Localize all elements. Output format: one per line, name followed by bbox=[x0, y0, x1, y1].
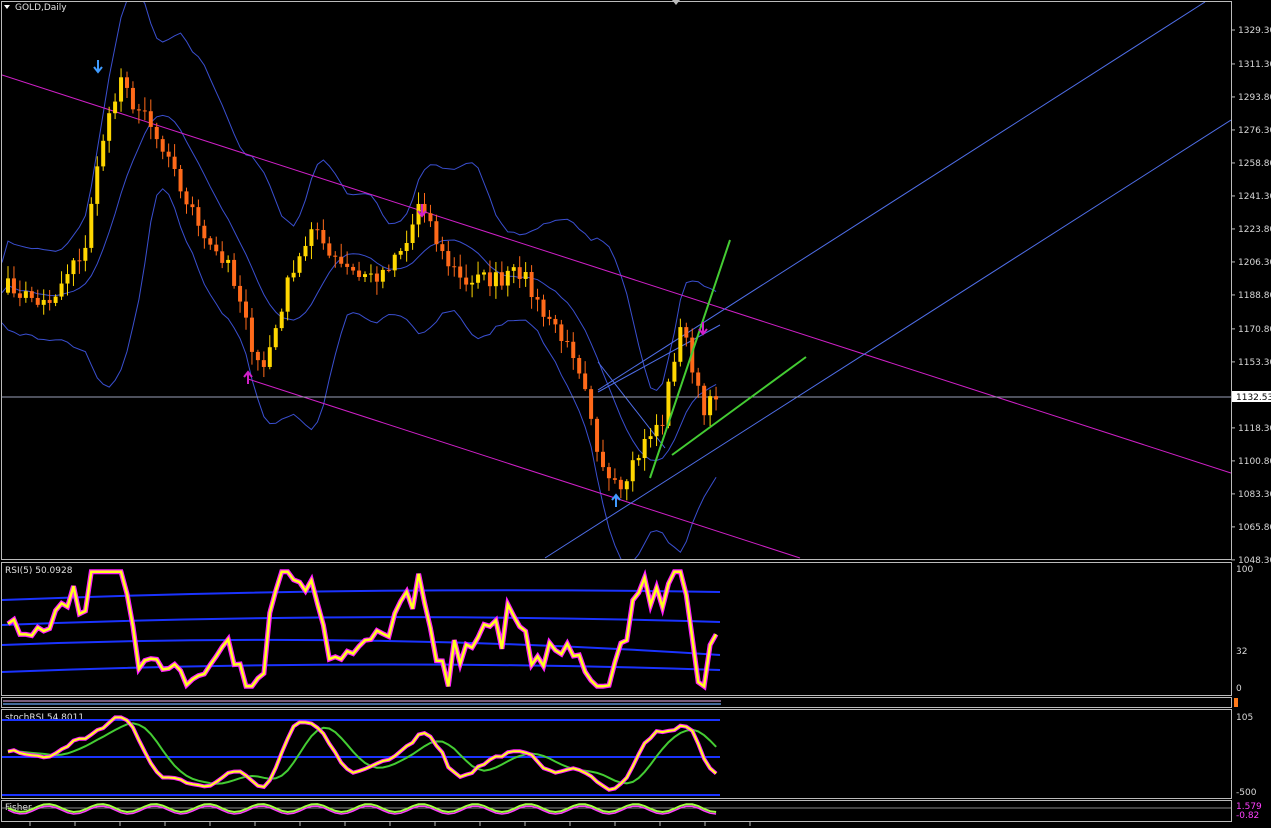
price-tick: 1276.30 bbox=[1238, 126, 1271, 136]
stochrsi-title: stochRSI 54.8011 bbox=[5, 713, 84, 723]
price-tick: 1100.80 bbox=[1238, 457, 1271, 467]
price-tick: 1258.80 bbox=[1238, 159, 1271, 169]
price-tick: 1206.30 bbox=[1238, 258, 1271, 268]
stochrsi-tick-neg500: -500 bbox=[1236, 788, 1257, 798]
price-tick: 1311.30 bbox=[1238, 60, 1271, 70]
fisher-tick-low: -0.82 bbox=[1236, 811, 1259, 821]
price-tick: 1170.80 bbox=[1238, 325, 1271, 335]
candle bbox=[89, 197, 94, 253]
current-price-label: 1132.53 bbox=[1236, 393, 1271, 403]
price-tick: 1223.80 bbox=[1238, 225, 1271, 235]
price-tick: 1293.80 bbox=[1238, 93, 1271, 103]
candle bbox=[273, 324, 278, 350]
rsi-title: RSI(5) 50.0928 bbox=[5, 566, 73, 576]
stochrsi-tick-105: 105 bbox=[1236, 713, 1253, 723]
rsi-tick-0: 0 bbox=[1236, 684, 1242, 694]
chart-title: GOLD,Daily bbox=[15, 3, 67, 13]
price-tick: 1241.30 bbox=[1238, 192, 1271, 202]
price-tick: 1118.30 bbox=[1238, 424, 1271, 434]
candle bbox=[279, 308, 284, 331]
price-tick: 1083.30 bbox=[1238, 490, 1271, 500]
price-tick: 1153.30 bbox=[1238, 358, 1271, 368]
rsi-tick-32: 32 bbox=[1236, 647, 1247, 657]
rsi-tick-100: 100 bbox=[1236, 565, 1253, 575]
price-tick: 1329.30 bbox=[1238, 26, 1271, 36]
price-tick: 1065.80 bbox=[1238, 523, 1271, 533]
price-tick: 1188.80 bbox=[1238, 291, 1271, 301]
chart-window[interactable]: GOLD,Daily 1329.30 1311.30 1293.80 1276.30 1… bbox=[0, 0, 1271, 828]
